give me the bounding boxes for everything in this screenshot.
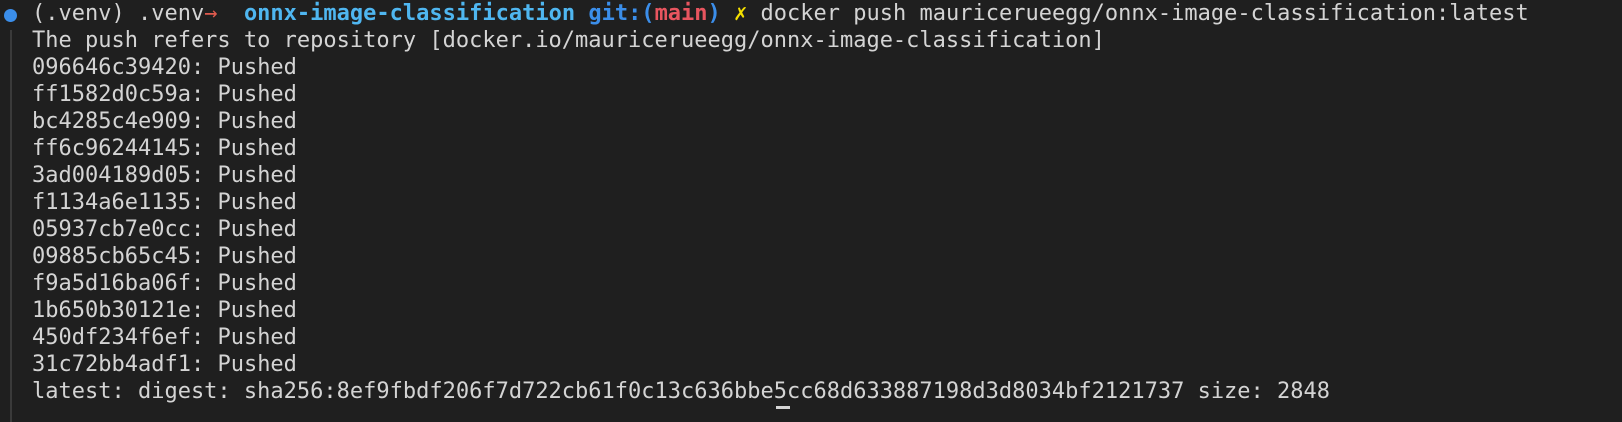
layer-id: bc4285c4e909 [32, 109, 191, 134]
git-branch: main [654, 1, 708, 26]
git-label-close: ) [707, 1, 721, 26]
layer-status: Pushed [217, 244, 297, 269]
layer-id: 05937cb7e0cc [32, 217, 191, 242]
terminal-cursor [776, 406, 790, 409]
layer-id: ff6c96244145 [32, 136, 191, 161]
layer-status: Pushed [217, 109, 297, 134]
layer-id: 450df234f6ef [32, 325, 191, 350]
layer-row: 31c72bb4adf1: Pushed [32, 352, 297, 377]
layer-row: f1134a6e1135: Pushed [32, 190, 297, 215]
prompt-arrow-icon: → [204, 1, 218, 26]
prompt-line: (.venv) .venv→ onnx-image-classification… [32, 0, 1529, 28]
layer-id: 09885cb65c45 [32, 244, 191, 269]
layer-row: 450df234f6ef: Pushed [32, 325, 297, 350]
layer-row: f9a5d16ba06f: Pushed [32, 271, 297, 296]
layer-status: Pushed [217, 298, 297, 323]
git-label: git:( [588, 1, 655, 26]
layer-row: 096646c39420: Pushed [32, 55, 297, 80]
layer-row: 05937cb7e0cc: Pushed [32, 217, 297, 242]
layer-status: Pushed [217, 136, 297, 161]
layer-status: Pushed [217, 217, 297, 242]
digest-line: latest: digest: sha256:8ef9fbdf206f7d722… [32, 379, 1331, 404]
layer-id: f1134a6e1135 [32, 190, 191, 215]
layer-status: Pushed [217, 325, 297, 350]
current-directory: onnx-image-classification [243, 1, 576, 26]
command-text: docker push mauricerueegg/onnx-image-cla… [760, 1, 1529, 26]
layer-row: 3ad004189d05: Pushed [32, 163, 297, 188]
layer-status: Pushed [217, 271, 297, 296]
layer-status: Pushed [217, 190, 297, 215]
layer-id: 1b650b30121e [32, 298, 191, 323]
layer-status: Pushed [217, 163, 297, 188]
command-gutter [10, 30, 12, 422]
layer-id: 096646c39420 [32, 55, 191, 80]
layer-row: bc4285c4e909: Pushed [32, 109, 297, 134]
layer-id: 3ad004189d05 [32, 163, 191, 188]
layer-id: 31c72bb4adf1 [32, 352, 191, 377]
layer-row: ff6c96244145: Pushed [32, 136, 297, 161]
terminal-panel[interactable]: (.venv) .venv→ onnx-image-classification… [0, 0, 1622, 422]
venv-label: (.venv) .venv [32, 1, 205, 26]
dirty-marker-icon: ✗ [734, 1, 748, 26]
layer-id: f9a5d16ba06f [32, 271, 191, 296]
layer-status: Pushed [217, 82, 297, 107]
layer-status: Pushed [217, 55, 297, 80]
layer-row: 1b650b30121e: Pushed [32, 298, 297, 323]
layer-status: Pushed [217, 352, 297, 377]
command-status-dot[interactable] [4, 9, 17, 22]
layer-id: ff1582d0c59a [32, 82, 191, 107]
layer-row: ff1582d0c59a: Pushed [32, 82, 297, 107]
push-header-line: The push refers to repository [docker.io… [32, 28, 1105, 53]
layer-row: 09885cb65c45: Pushed [32, 244, 297, 269]
